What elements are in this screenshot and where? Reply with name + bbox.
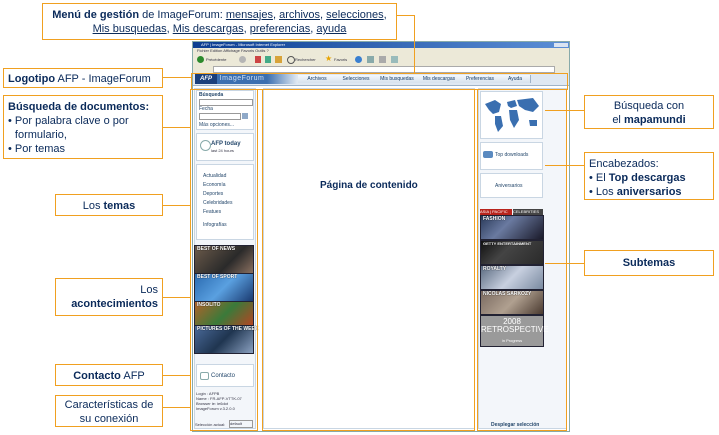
- callout-map-bold: mapamundi: [623, 114, 686, 126]
- callout-temas: Los temas: [55, 194, 163, 216]
- link-archivos[interactable]: archivos: [279, 9, 320, 21]
- callout-conn-line1: Características de: [64, 399, 154, 411]
- header-highlight: [191, 73, 568, 90]
- refresh-icon[interactable]: [265, 56, 271, 63]
- callout-headers-item-bold: Top descargas: [608, 172, 686, 184]
- callout-headers: Encabezados: • El Top descargas • Los an…: [584, 152, 714, 200]
- print-icon[interactable]: [379, 56, 386, 63]
- connector-line: [545, 263, 584, 264]
- connector-line: [163, 375, 191, 376]
- connector-line: [545, 110, 584, 111]
- link-ayuda[interactable]: ayuda: [316, 23, 346, 35]
- connector-line: [163, 127, 191, 128]
- callout-search-item: • Por temas: [8, 143, 66, 155]
- callout-logo: Logotipo AFP - ImageForum: [3, 68, 163, 88]
- content-highlight: [262, 89, 475, 431]
- callout-headers-item: • El Top descargas: [589, 172, 686, 184]
- callout-subtemas-title: Subtemas: [622, 257, 676, 269]
- favorites-button[interactable]: Favoris: [334, 57, 347, 62]
- favorites-star-icon[interactable]: ★: [325, 55, 332, 63]
- connector-line: [163, 297, 191, 298]
- callout-search-item-text: Por temas: [14, 143, 66, 155]
- callout-conn-line2: su conexión: [79, 413, 139, 425]
- address-input[interactable]: [213, 66, 555, 73]
- home-icon[interactable]: [275, 56, 282, 63]
- connector-line: [414, 15, 415, 74]
- callout-menu-title: Menú de gestión: [52, 9, 140, 21]
- window-title: AFP | ImageForum - Microsoft Internet Ex…: [201, 42, 286, 47]
- callout-search-title: Búsqueda de documentos:: [8, 101, 150, 113]
- callout-search: Búsqueda de documentos: • Por palabra cl…: [3, 95, 163, 159]
- callout-contact-text: AFP: [120, 370, 145, 382]
- connector-line: [163, 205, 191, 206]
- callout-events-text: Los: [140, 284, 158, 296]
- callout-temas-text: Los: [82, 200, 104, 212]
- callout-headers-title: Encabezados:: [589, 158, 659, 170]
- link-preferencias[interactable]: preferencias: [250, 23, 311, 35]
- callout-events: Los acontecimientos: [55, 278, 163, 316]
- back-button[interactable]: Précédente: [206, 57, 226, 62]
- connector-line: [545, 165, 584, 166]
- menu-bar-items[interactable]: Fichier Edition Affichage Favoris Outils…: [197, 48, 269, 53]
- connector-line: [163, 407, 191, 408]
- callout-contact-bold: Contacto: [73, 370, 121, 382]
- window-controls-icon[interactable]: [554, 43, 568, 47]
- search-icon[interactable]: [287, 56, 295, 64]
- forward-icon[interactable]: [239, 56, 246, 63]
- callout-menu: Menú de gestión de ImageForum: mensajes,…: [42, 3, 397, 40]
- connector-line: [397, 15, 415, 16]
- callout-menu-text: de ImageForum:: [139, 9, 226, 21]
- link-mensajes[interactable]: mensajes: [226, 9, 273, 21]
- search-toolbar-button[interactable]: Rechercher: [295, 57, 316, 62]
- callout-temas-bold: temas: [103, 200, 136, 212]
- callout-headers-item-text: Los: [595, 186, 617, 198]
- callout-connection: Características de su conexión: [55, 395, 163, 427]
- callout-headers-item-bold: aniversarios: [616, 186, 682, 198]
- callout-logo-title: Logotipo: [8, 73, 56, 85]
- callout-map-line1: Búsqueda con: [613, 100, 685, 112]
- mail-icon[interactable]: [367, 56, 374, 63]
- edit-icon[interactable]: [391, 56, 398, 63]
- callout-map: Búsqueda con el mapamundi: [584, 95, 714, 129]
- callout-contact: Contacto AFP: [55, 364, 163, 386]
- back-icon[interactable]: [197, 56, 204, 63]
- right-column-highlight: [477, 89, 567, 431]
- callout-search-item: • Por palabra clave o por formulario,: [8, 114, 158, 142]
- left-column-highlight: [190, 89, 258, 431]
- stop-icon[interactable]: [255, 56, 261, 63]
- callout-logo-text: AFP - ImageForum: [55, 73, 151, 85]
- content-page-label: Página de contenido: [320, 180, 418, 191]
- link-selecciones[interactable]: selecciones: [326, 9, 383, 21]
- callout-search-item-text: Por palabra clave o por formulario,: [14, 115, 129, 141]
- callout-map-text: el: [612, 114, 624, 126]
- callout-headers-item-text: El: [595, 172, 609, 184]
- callout-subtemas: Subtemas: [584, 250, 714, 276]
- callout-events-bold: acontecimientos: [71, 298, 158, 310]
- link-mis-busquedas[interactable]: Mis busquedas: [93, 23, 167, 35]
- link-mis-descargas[interactable]: Mis descargas: [173, 23, 244, 35]
- media-icon[interactable]: [355, 56, 362, 63]
- connector-line: [163, 77, 191, 78]
- callout-headers-item: • Los aniversarios: [589, 186, 682, 198]
